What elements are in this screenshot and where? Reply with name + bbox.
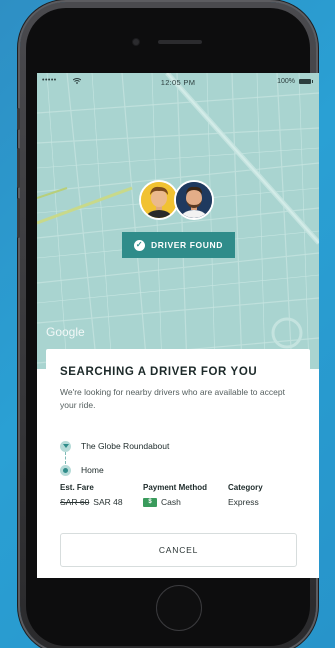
- google-logo: Google: [46, 325, 85, 339]
- battery-percent: 100%: [277, 78, 295, 85]
- pickup-location: The Globe Roundabout: [81, 441, 170, 451]
- payment-column[interactable]: Payment Method $ Cash: [143, 483, 207, 507]
- driver-avatar-2[interactable]: [174, 180, 214, 220]
- ride-info: Est. Fare SAR 60 SAR 48 Payment Method $…: [60, 483, 300, 513]
- dropoff-pin-icon: [60, 464, 71, 476]
- driver-avatar-1[interactable]: [139, 180, 179, 220]
- category-value: Express: [228, 497, 259, 507]
- category-column: Category Express: [228, 483, 263, 507]
- ride-request-sheet: SEARCHING A DRIVER FOR YOU We're looking…: [46, 349, 310, 578]
- payment-value: Cash: [161, 497, 181, 507]
- sheet-title: SEARCHING A DRIVER FOR YOU: [60, 366, 258, 378]
- earpiece-speaker: [158, 40, 202, 44]
- payment-label: Payment Method: [143, 483, 208, 492]
- front-camera: [133, 39, 139, 45]
- mute-switch: [17, 108, 20, 130]
- dropoff-location: Home: [81, 465, 104, 475]
- payment-values: $ Cash: [143, 497, 207, 507]
- volume-down-button: [17, 198, 20, 238]
- cash-icon: $: [143, 497, 157, 507]
- fare-old: SAR 60: [60, 497, 90, 507]
- pickup-pin-icon: [60, 440, 71, 452]
- category-values: Express: [228, 497, 263, 507]
- fare-new: SAR 48: [93, 497, 123, 507]
- app-screen: ••••• 12:05 PM 100% ✓ DRIVER FOUND Googl…: [37, 73, 319, 578]
- person-face-icon: [176, 182, 212, 218]
- home-button[interactable]: [156, 585, 202, 631]
- fare-values: SAR 60 SAR 48: [60, 497, 123, 507]
- status-bar: ••••• 12:05 PM 100%: [37, 73, 319, 91]
- driver-found-label: DRIVER FOUND: [151, 240, 223, 250]
- sheet-subtitle: We're looking for nearby drivers who are…: [60, 387, 285, 410]
- pickup-row[interactable]: The Globe Roundabout: [60, 434, 300, 464]
- fare-column: Est. Fare SAR 60 SAR 48: [60, 483, 123, 507]
- category-label: Category: [228, 483, 263, 492]
- person-face-icon: [141, 182, 177, 218]
- volume-up-button: [17, 148, 20, 188]
- check-circle-icon: ✓: [134, 239, 146, 251]
- driver-found-badge: ✓ DRIVER FOUND: [122, 232, 235, 258]
- route-summary: The Globe Roundabout Home: [60, 434, 300, 482]
- fare-label: Est. Fare: [60, 483, 94, 492]
- battery-icon: [299, 79, 313, 84]
- cancel-button[interactable]: CANCEL: [60, 533, 297, 567]
- dropoff-row[interactable]: Home: [60, 458, 300, 482]
